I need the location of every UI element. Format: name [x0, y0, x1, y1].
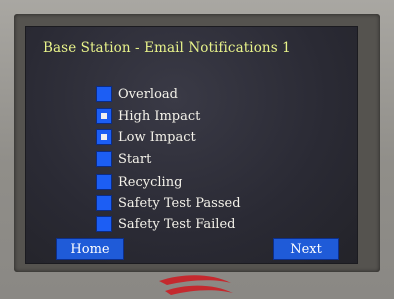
- notification-overload[interactable]: Overload: [96, 85, 178, 103]
- notification-safety-test-failed[interactable]: Safety Test Failed: [96, 215, 235, 233]
- checkbox-safety-test-failed[interactable]: [96, 216, 112, 232]
- notification-low-impact[interactable]: Low Impact: [96, 128, 196, 146]
- checkbox-safety-test-passed[interactable]: [96, 195, 112, 211]
- label-overload: Overload: [118, 86, 178, 102]
- label-high-impact: High Impact: [118, 108, 201, 124]
- label-safety-test-passed: Safety Test Passed: [118, 195, 241, 211]
- checkbox-start[interactable]: [96, 151, 112, 167]
- notification-safety-test-passed[interactable]: Safety Test Passed: [96, 194, 241, 212]
- label-start: Start: [118, 151, 152, 167]
- next-button[interactable]: Next: [273, 238, 339, 260]
- label-safety-test-failed: Safety Test Failed: [118, 216, 236, 232]
- label-low-impact: Low Impact: [118, 129, 196, 145]
- notification-start[interactable]: Start: [96, 150, 151, 168]
- screen-title: Base Station - Email Notifications 1: [43, 40, 291, 56]
- checkbox-recycling[interactable]: [96, 174, 112, 190]
- display-screen: Base Station - Email Notifications 1 Ove…: [25, 26, 358, 264]
- red-swoosh-logo-icon: [159, 275, 233, 295]
- checkbox-high-impact[interactable]: [96, 108, 112, 124]
- home-button[interactable]: Home: [56, 238, 124, 260]
- label-recycling: Recycling: [118, 174, 183, 190]
- notification-high-impact[interactable]: High Impact: [96, 107, 200, 125]
- checkbox-overload[interactable]: [96, 86, 112, 102]
- checkbox-low-impact[interactable]: [96, 129, 112, 145]
- notification-recycling[interactable]: Recycling: [96, 173, 182, 191]
